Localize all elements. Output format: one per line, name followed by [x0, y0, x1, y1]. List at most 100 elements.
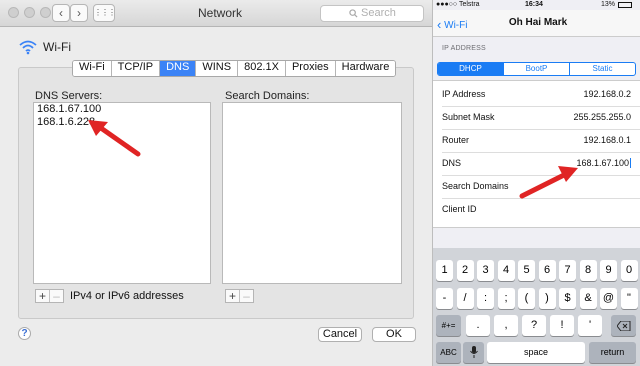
dns-servers-list[interactable]: 168.1.67.100 168.1.6.228 — [33, 102, 211, 284]
status-bar: ●●●○○ Telstra 16:34 13% — [433, 0, 640, 10]
back-to-wifi-button[interactable]: ‹ Wi-Fi — [437, 16, 468, 32]
keyboard-key[interactable]: : — [477, 288, 494, 309]
keyboard-key[interactable]: " — [620, 288, 638, 309]
tab-8021x[interactable]: 802.1X — [238, 61, 286, 76]
remove-dns-button[interactable]: – — [49, 290, 63, 302]
keyboard-key[interactable]: . — [466, 315, 490, 336]
ip-settings-table: IP Address 192.168.0.2 Subnet Mask 255.2… — [433, 80, 640, 228]
segment-bootp[interactable]: BootP — [503, 63, 569, 75]
battery-icon — [618, 2, 632, 8]
row-label: Router — [442, 135, 470, 145]
client-id-row[interactable]: Client ID — [442, 198, 640, 221]
keyboard-key[interactable]: 6 — [538, 260, 556, 281]
ios-settings-screen: ●●●○○ Telstra 16:34 13% ‹ Wi-Fi Oh Hai M… — [433, 0, 640, 366]
keyboard-key[interactable]: , — [494, 315, 518, 336]
back-button[interactable]: ‹ — [52, 4, 70, 22]
tab-bar: Wi-Fi TCP/IP DNS WINS 802.1X Proxies Har… — [72, 60, 397, 77]
keyboard-key[interactable]: - — [436, 288, 453, 309]
keyboard-key[interactable]: 2 — [456, 260, 474, 281]
back-label: Wi-Fi — [444, 20, 468, 31]
keyboard-key[interactable]: ( — [518, 288, 535, 309]
tab-proxies[interactable]: Proxies — [285, 61, 336, 76]
ok-button[interactable]: OK — [372, 327, 416, 342]
keyboard-key[interactable]: 3 — [477, 260, 494, 281]
row-value: 255.255.255.0 — [573, 112, 631, 122]
dns-add-remove-control: + – — [35, 289, 64, 303]
domain-add-remove-control: + – — [225, 289, 254, 303]
dns-row[interactable]: DNS 168.1.67.100 — [442, 152, 640, 176]
dns-servers-label: DNS Servers: — [35, 90, 103, 102]
row-label: Client ID — [442, 204, 477, 214]
table-row: IP Address 192.168.0.2 — [442, 83, 640, 107]
remove-domain-button[interactable]: – — [239, 290, 253, 302]
forward-button[interactable]: › — [70, 4, 88, 22]
tab-wifi[interactable]: Wi-Fi — [73, 61, 112, 76]
return-key[interactable]: return — [589, 342, 636, 363]
close-window-button[interactable] — [8, 7, 19, 18]
keyboard-key[interactable]: 0 — [620, 260, 638, 281]
backspace-icon — [615, 320, 630, 332]
carrier-label: ●●●○○ Telstra — [436, 1, 480, 8]
segment-dhcp[interactable]: DHCP — [438, 63, 503, 75]
keyboard-key[interactable]: 7 — [559, 260, 576, 281]
table-row: Subnet Mask 255.255.255.0 — [442, 106, 640, 130]
backspace-key[interactable] — [611, 315, 636, 336]
list-item[interactable]: 168.1.6.228 — [34, 116, 210, 129]
add-dns-button[interactable]: + — [36, 290, 49, 302]
show-all-grid-button[interactable]: ⋮⋮⋮ — [93, 4, 116, 22]
more-symbols-key[interactable]: #+= — [436, 315, 461, 336]
tab-dns[interactable]: DNS — [160, 61, 197, 76]
keyboard-key[interactable]: ' — [578, 315, 602, 336]
row-value: 192.168.0.1 — [583, 135, 631, 145]
tab-hardware[interactable]: Hardware — [335, 61, 396, 76]
dns-input[interactable]: 168.1.67.100 — [576, 158, 631, 168]
title-bar: ‹ › ⋮⋮⋮ Network Search — [0, 0, 432, 27]
search-domains-row[interactable]: Search Domains — [442, 175, 640, 199]
row-label: Subnet Mask — [442, 112, 495, 122]
keyboard-key[interactable]: 8 — [579, 260, 597, 281]
segment-static[interactable]: Static — [569, 63, 635, 75]
search-placeholder: Search — [361, 7, 396, 19]
keyboard-key[interactable]: & — [579, 288, 597, 309]
battery-percent: 13% — [601, 1, 616, 8]
cancel-button[interactable]: Cancel — [318, 327, 362, 342]
row-label: Search Domains — [442, 181, 509, 191]
space-key[interactable]: space — [487, 342, 585, 363]
keyboard-key[interactable]: $ — [559, 288, 576, 309]
chevron-left-icon: ‹ — [437, 17, 442, 32]
keyboard-key[interactable]: 5 — [518, 260, 535, 281]
add-domain-button[interactable]: + — [226, 290, 239, 302]
wifi-icon — [19, 40, 37, 55]
keyboard: 1234567890 - /:;() $ & @ " .,?! ' #+= ABC spac… — [433, 248, 640, 366]
search-field[interactable]: Search — [320, 5, 424, 22]
abc-key[interactable]: ABC — [436, 342, 461, 363]
group-header: IP ADDRESS — [442, 45, 486, 52]
minimize-window-button[interactable] — [24, 7, 35, 18]
keyboard-key[interactable]: ? — [522, 315, 546, 336]
help-button[interactable]: ? — [18, 327, 31, 340]
keyboard-key[interactable]: ! — [550, 315, 574, 336]
search-icon — [349, 9, 358, 18]
tab-wins[interactable]: WINS — [196, 61, 239, 76]
address-hint: IPv4 or IPv6 addresses — [70, 290, 184, 302]
search-domains-label: Search Domains: — [225, 90, 310, 102]
keyboard-key[interactable]: 9 — [600, 260, 617, 281]
table-row: Router 192.168.0.1 — [442, 129, 640, 153]
list-item[interactable]: 168.1.67.100 — [34, 103, 210, 116]
keyboard-key[interactable]: ) — [538, 288, 556, 309]
keyboard-key[interactable]: ; — [497, 288, 515, 309]
tab-tcpip[interactable]: TCP/IP — [111, 61, 161, 76]
zoom-window-button[interactable] — [40, 7, 51, 18]
window-title: Network — [197, 6, 242, 20]
microphone-icon — [469, 346, 478, 358]
search-domains-list[interactable] — [222, 102, 402, 284]
ip-mode-segmented-control: DHCP BootP Static — [437, 62, 636, 76]
keyboard-key[interactable]: 1 — [436, 260, 453, 281]
keyboard-key[interactable]: 4 — [497, 260, 515, 281]
keyboard-key[interactable]: @ — [600, 288, 617, 309]
mac-network-window: ‹ › ⋮⋮⋮ Network Search Wi-Fi Wi-Fi TCP/I… — [0, 0, 433, 366]
keyboard-key[interactable]: / — [456, 288, 474, 309]
dictation-key[interactable] — [463, 342, 484, 363]
clock: 16:34 — [525, 1, 543, 8]
interface-name: Wi-Fi — [43, 40, 71, 54]
